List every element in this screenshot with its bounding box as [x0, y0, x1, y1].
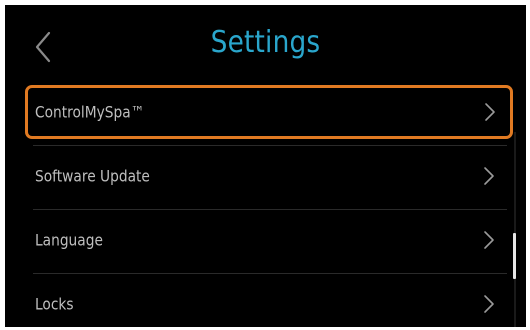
list-item-label: Locks — [35, 294, 74, 314]
chevron-right-icon — [483, 230, 495, 250]
scrollbar-thumb[interactable] — [513, 233, 516, 279]
list-item-label: ControlMySpa™ — [35, 102, 145, 122]
list-item-software-update[interactable]: Software Update — [29, 149, 509, 203]
scrollbar-track[interactable] — [514, 132, 516, 327]
chevron-right-icon — [484, 102, 496, 122]
header: Settings — [5, 5, 526, 85]
settings-list: ControlMySpa™ Software Update Language L… — [5, 85, 526, 327]
list-item-locks[interactable]: Locks — [29, 277, 509, 327]
divider — [33, 273, 507, 274]
page-title: Settings — [210, 25, 321, 60]
list-item-label: Software Update — [35, 166, 150, 186]
divider — [33, 209, 507, 210]
chevron-right-icon — [483, 166, 495, 186]
settings-screen: Settings ControlMySpa™ Software Update L… — [5, 5, 526, 327]
list-item-language[interactable]: Language — [29, 213, 509, 267]
chevron-right-icon — [483, 294, 495, 314]
list-item-label: Language — [35, 230, 103, 250]
divider — [33, 145, 507, 146]
list-item-controlmyspa[interactable]: ControlMySpa™ — [25, 85, 513, 139]
